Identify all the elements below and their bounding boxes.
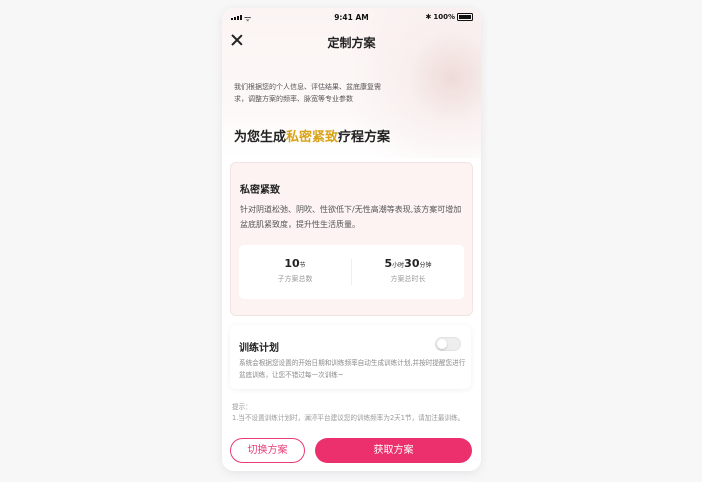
toggle-knob: [437, 339, 447, 349]
sub-plans-unit: 节: [299, 262, 306, 269]
plan-card: 私密紧致 针对阴道松弛、阴吹、性欲低下/无性高潮等表现,该方案可增加盆底肌紧致度…: [230, 162, 473, 316]
training-plan-card: 训练计划 系统会根据您设置的开始日期和训练频率自动生成训练计划,并按时提醒您进行…: [230, 325, 471, 389]
status-right: ✱ 100%: [425, 13, 473, 21]
headline-suffix: 疗程方案: [338, 130, 391, 145]
sub-plans-count: 10: [284, 257, 300, 270]
get-plan-button[interactable]: 获取方案: [315, 438, 472, 463]
stat-sub-plans-value: 10节: [239, 257, 351, 270]
status-bar: ᯤ 9:41 AM ✱ 100%: [222, 8, 481, 26]
tips-label: 提示：: [232, 403, 252, 411]
plan-name: 私密紧致: [240, 185, 280, 196]
stat-sub-plans-label: 子方案总数: [277, 275, 313, 283]
duration-hours-unit: 小时: [392, 262, 405, 269]
duration-minutes: 30: [404, 257, 420, 270]
bottom-action-bar: 切换方案 获取方案: [222, 432, 481, 471]
headline-highlight: 私密紧致: [286, 130, 339, 145]
battery-percent: 100%: [433, 13, 455, 21]
training-toggle[interactable]: [435, 337, 461, 351]
plan-description: 针对阴道松弛、阴吹、性欲低下/无性高潮等表现,该方案可增加盆底肌紧致度，提升性生…: [240, 205, 462, 229]
duration-minutes-unit: 分钟: [419, 262, 432, 269]
duration-hours: 5: [384, 257, 393, 270]
stat-total-duration: 5小时30分钟 方案总时长: [352, 257, 464, 284]
phone-screen: ᯤ 9:41 AM ✱ 100% 定制方案 我们根据您的个人信息、评估结果、盆底…: [222, 8, 481, 471]
bluetooth-icon: ✱: [425, 13, 432, 21]
stat-duration-label: 方案总时长: [390, 275, 426, 283]
training-description: 系统会根据您设置的开始日期和训练频率自动生成训练计划,并按时提醒您进行盆底训练，…: [239, 359, 466, 379]
switch-plan-button[interactable]: 切换方案: [230, 438, 305, 463]
intro-text: 我们根据您的个人信息、评估结果、盆底康复需求，调整方案的频率、脉宽等专业参数: [234, 83, 381, 103]
stat-sub-plans: 10节 子方案总数: [239, 257, 351, 284]
plan-headline: 为您生成私密紧致疗程方案: [234, 126, 390, 145]
stat-duration-value: 5小时30分钟: [352, 257, 464, 270]
page-title: 定制方案: [327, 36, 376, 50]
nav-bar: 定制方案: [222, 28, 481, 56]
plan-stats: 10节 子方案总数 5小时30分钟 方案总时长: [239, 245, 464, 299]
headline-prefix: 为您生成: [234, 130, 287, 145]
training-title: 训练计划: [239, 343, 279, 354]
tips-section: 提示： 1.当不设置训练计划时，澜渟平台建议您的训练频率为2天1节，请加注最训练…: [232, 402, 474, 432]
tips-text: 1.当不设置训练计划时，澜渟平台建议您的训练频率为2天1节，请加注最训练。: [232, 414, 465, 422]
battery-icon: [457, 13, 473, 21]
